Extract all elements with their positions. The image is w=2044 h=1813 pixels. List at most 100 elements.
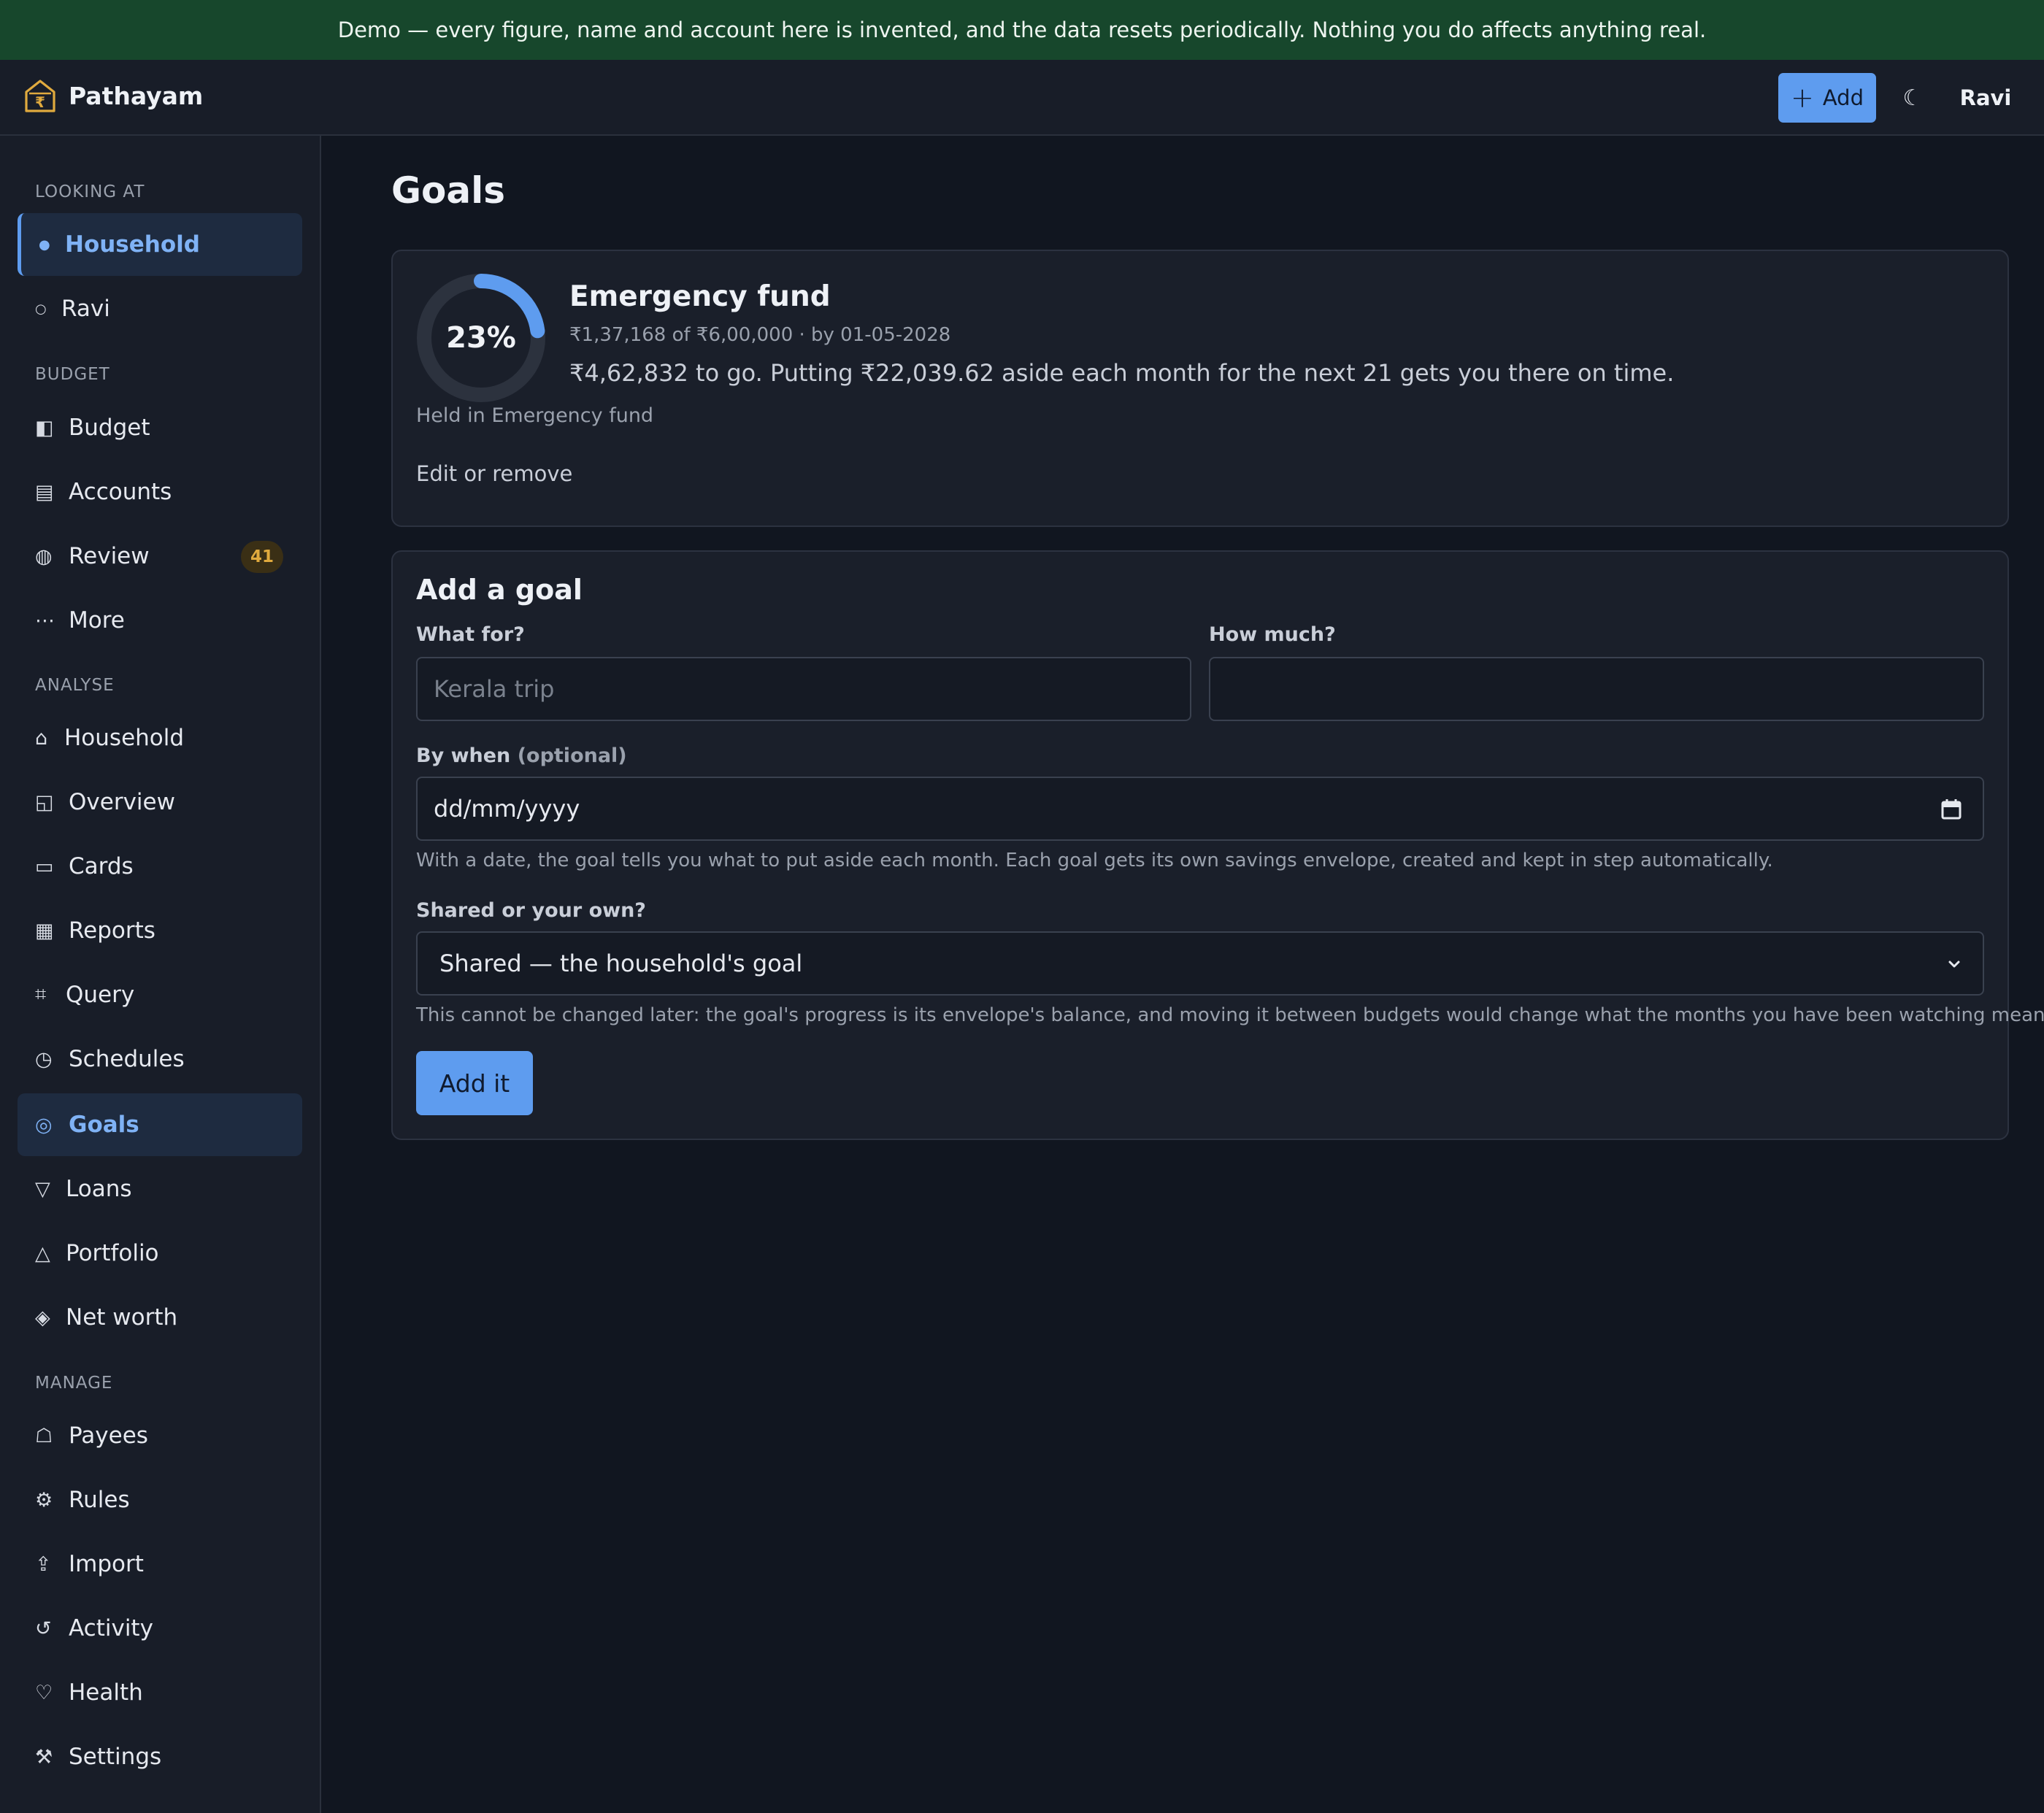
section-heading-analyse: ANALYSE [35, 676, 115, 695]
sidebar-item-settings[interactable]: ⚒ Settings [18, 1725, 302, 1788]
calendar-icon[interactable] [1939, 797, 1964, 822]
budget-icon: ◧ [35, 416, 54, 439]
user-menu[interactable]: Ravi [1949, 79, 2022, 117]
sidebar-item-label: Ravi [61, 296, 110, 322]
goal-plan: ₹4,62,832 to go. Putting ₹22,039.62 asid… [569, 359, 1675, 387]
section-heading-budget: BUDGET [35, 365, 110, 384]
sidebar-item-label: Health [69, 1679, 143, 1706]
sidebar-item-label: More [69, 607, 125, 634]
sidebar-item-label: Review [69, 543, 150, 569]
by-when-label: By when (optional) [416, 744, 627, 767]
date-placeholder: dd/mm/yyyy [434, 795, 580, 823]
clock-icon: ◷ [35, 1047, 53, 1071]
sidebar-item-overview[interactable]: ◱ Overview [18, 771, 302, 834]
sidebar-item-label: Budget [69, 415, 150, 441]
add-button[interactable]: + Add [1778, 73, 1876, 123]
sidebar-item-net-worth[interactable]: ◈ Net worth [18, 1286, 302, 1349]
sidebar-item-import[interactable]: ⇪ Import [18, 1533, 302, 1595]
demo-banner-text: Demo — every figure, name and account he… [337, 18, 1707, 42]
sidebar-item-cards[interactable]: ▭ Cards [18, 835, 302, 898]
sidebar-item-accounts[interactable]: ▤ Accounts [18, 461, 302, 523]
tools-icon: ⚒ [35, 1745, 53, 1768]
sidebar-item-label: Net worth [66, 1304, 178, 1331]
sidebar-item-household[interactable]: ⌂ Household [18, 707, 302, 769]
shared-label: Shared or your own? [416, 899, 646, 922]
goal-name: Emergency fund [569, 280, 831, 313]
sidebar-item-label: Household [65, 231, 200, 258]
section-heading-looking-at: LOOKING AT [35, 182, 145, 201]
sidebar-item-more[interactable]: ⋯ More [18, 589, 302, 652]
gear-icon: ⚙ [35, 1488, 53, 1512]
sidebar-item-payees[interactable]: ☖ Payees [18, 1404, 302, 1467]
diamond-icon: ◈ [35, 1306, 50, 1329]
home-icon: ⌂ [35, 726, 48, 750]
optional-hint: (optional) [517, 744, 627, 767]
more-icon: ⋯ [35, 609, 55, 632]
sidebar-item-label: Rules [69, 1487, 130, 1513]
history-icon: ↺ [35, 1617, 52, 1640]
sidebar-item-label: Payees [69, 1423, 148, 1449]
triangle-up-icon: △ [35, 1242, 50, 1265]
add-goal-submit-button[interactable]: Add it [416, 1051, 533, 1115]
dot-filled-icon: ● [39, 236, 50, 253]
sidebar-item-label: Schedules [69, 1046, 185, 1072]
sidebar-item-rules[interactable]: ⚙ Rules [18, 1469, 302, 1531]
demo-banner: Demo — every figure, name and account he… [0, 0, 2044, 60]
house-rupee-logo-icon: ₹ [25, 80, 55, 112]
target-icon: ◎ [35, 1113, 53, 1136]
how-much-label: How much? [1209, 623, 1336, 646]
sidebar-item-schedules[interactable]: ◷ Schedules [18, 1028, 302, 1090]
what-for-input[interactable]: Kerala trip [416, 657, 1191, 721]
sidebar-item-household-view[interactable]: ● Household [18, 213, 302, 276]
sidebar-item-query[interactable]: ⌗ Query [18, 963, 302, 1026]
sidebar-item-health[interactable]: ♡ Health [18, 1661, 302, 1724]
how-much-input[interactable] [1209, 657, 1984, 721]
sidebar-item-label: Household [64, 725, 185, 751]
by-when-help: With a date, the goal tells you what to … [416, 850, 1773, 871]
hash-icon: ⌗ [35, 983, 47, 1006]
sidebar-item-reports[interactable]: ▦ Reports [18, 899, 302, 962]
payee-icon: ☖ [35, 1424, 53, 1447]
sidebar-item-label: Reports [69, 917, 155, 944]
page-title: Goals [391, 169, 506, 212]
top-bar: ₹ Pathayam + Add ☾ Ravi [0, 60, 2044, 136]
sidebar-item-loans[interactable]: ▽ Loans [18, 1158, 302, 1220]
svg-text:₹: ₹ [35, 93, 45, 111]
sidebar-item-portfolio[interactable]: △ Portfolio [18, 1222, 302, 1285]
sidebar-item-goals[interactable]: ◎ Goals [18, 1093, 302, 1156]
section-heading-manage: MANAGE [35, 1374, 113, 1393]
brand[interactable]: ₹ Pathayam [23, 77, 203, 114]
goal-card: 23% Emergency fund ₹1,37,168 of ₹6,00,00… [391, 250, 2009, 527]
by-when-label-text: By when [416, 744, 511, 767]
sidebar-item-ravi-view[interactable]: ○ Ravi [18, 277, 302, 340]
card-icon: ▭ [35, 855, 54, 878]
triangle-down-icon: ▽ [35, 1177, 50, 1201]
heart-icon: ♡ [35, 1681, 53, 1704]
sidebar-item-activity[interactable]: ↺ Activity [18, 1597, 302, 1660]
sidebar-item-label: Activity [69, 1615, 153, 1641]
goal-amounts: ₹1,37,168 of ₹6,00,000 · by 01-05-2028 [569, 324, 951, 346]
shared-help: This cannot be changed later: the goal's… [416, 1004, 2044, 1026]
form-title: Add a goal [416, 574, 583, 606]
sidebar-item-label: Cards [69, 853, 134, 879]
dot-empty-icon: ○ [35, 301, 47, 317]
by-when-date-input[interactable]: dd/mm/yyyy [416, 777, 1984, 841]
chevron-down-icon [1948, 961, 1960, 968]
sidebar-item-budget[interactable]: ◧ Budget [18, 396, 302, 459]
edit-goal-link[interactable]: Edit or remove [416, 461, 572, 486]
sidebar-item-review[interactable]: ◍ Review 41 [18, 525, 302, 588]
sidebar-item-label: Loans [66, 1176, 132, 1202]
upload-icon: ⇪ [35, 1552, 52, 1576]
shared-select[interactable]: Shared — the household's goal [416, 931, 1984, 996]
app-name: Pathayam [69, 81, 204, 110]
reports-icon: ▦ [35, 919, 54, 942]
review-icon: ◍ [35, 544, 53, 568]
sidebar-item-label: Goals [69, 1112, 139, 1138]
goal-progress-percent: 23% [446, 321, 516, 355]
review-count-badge: 41 [241, 541, 283, 573]
moon-icon[interactable]: ☾ [1895, 77, 1930, 118]
accounts-icon: ▤ [35, 480, 54, 504]
sidebar-item-label: Query [66, 982, 135, 1008]
sidebar-item-label: Accounts [69, 479, 172, 505]
sidebar-item-label: Overview [69, 789, 175, 815]
